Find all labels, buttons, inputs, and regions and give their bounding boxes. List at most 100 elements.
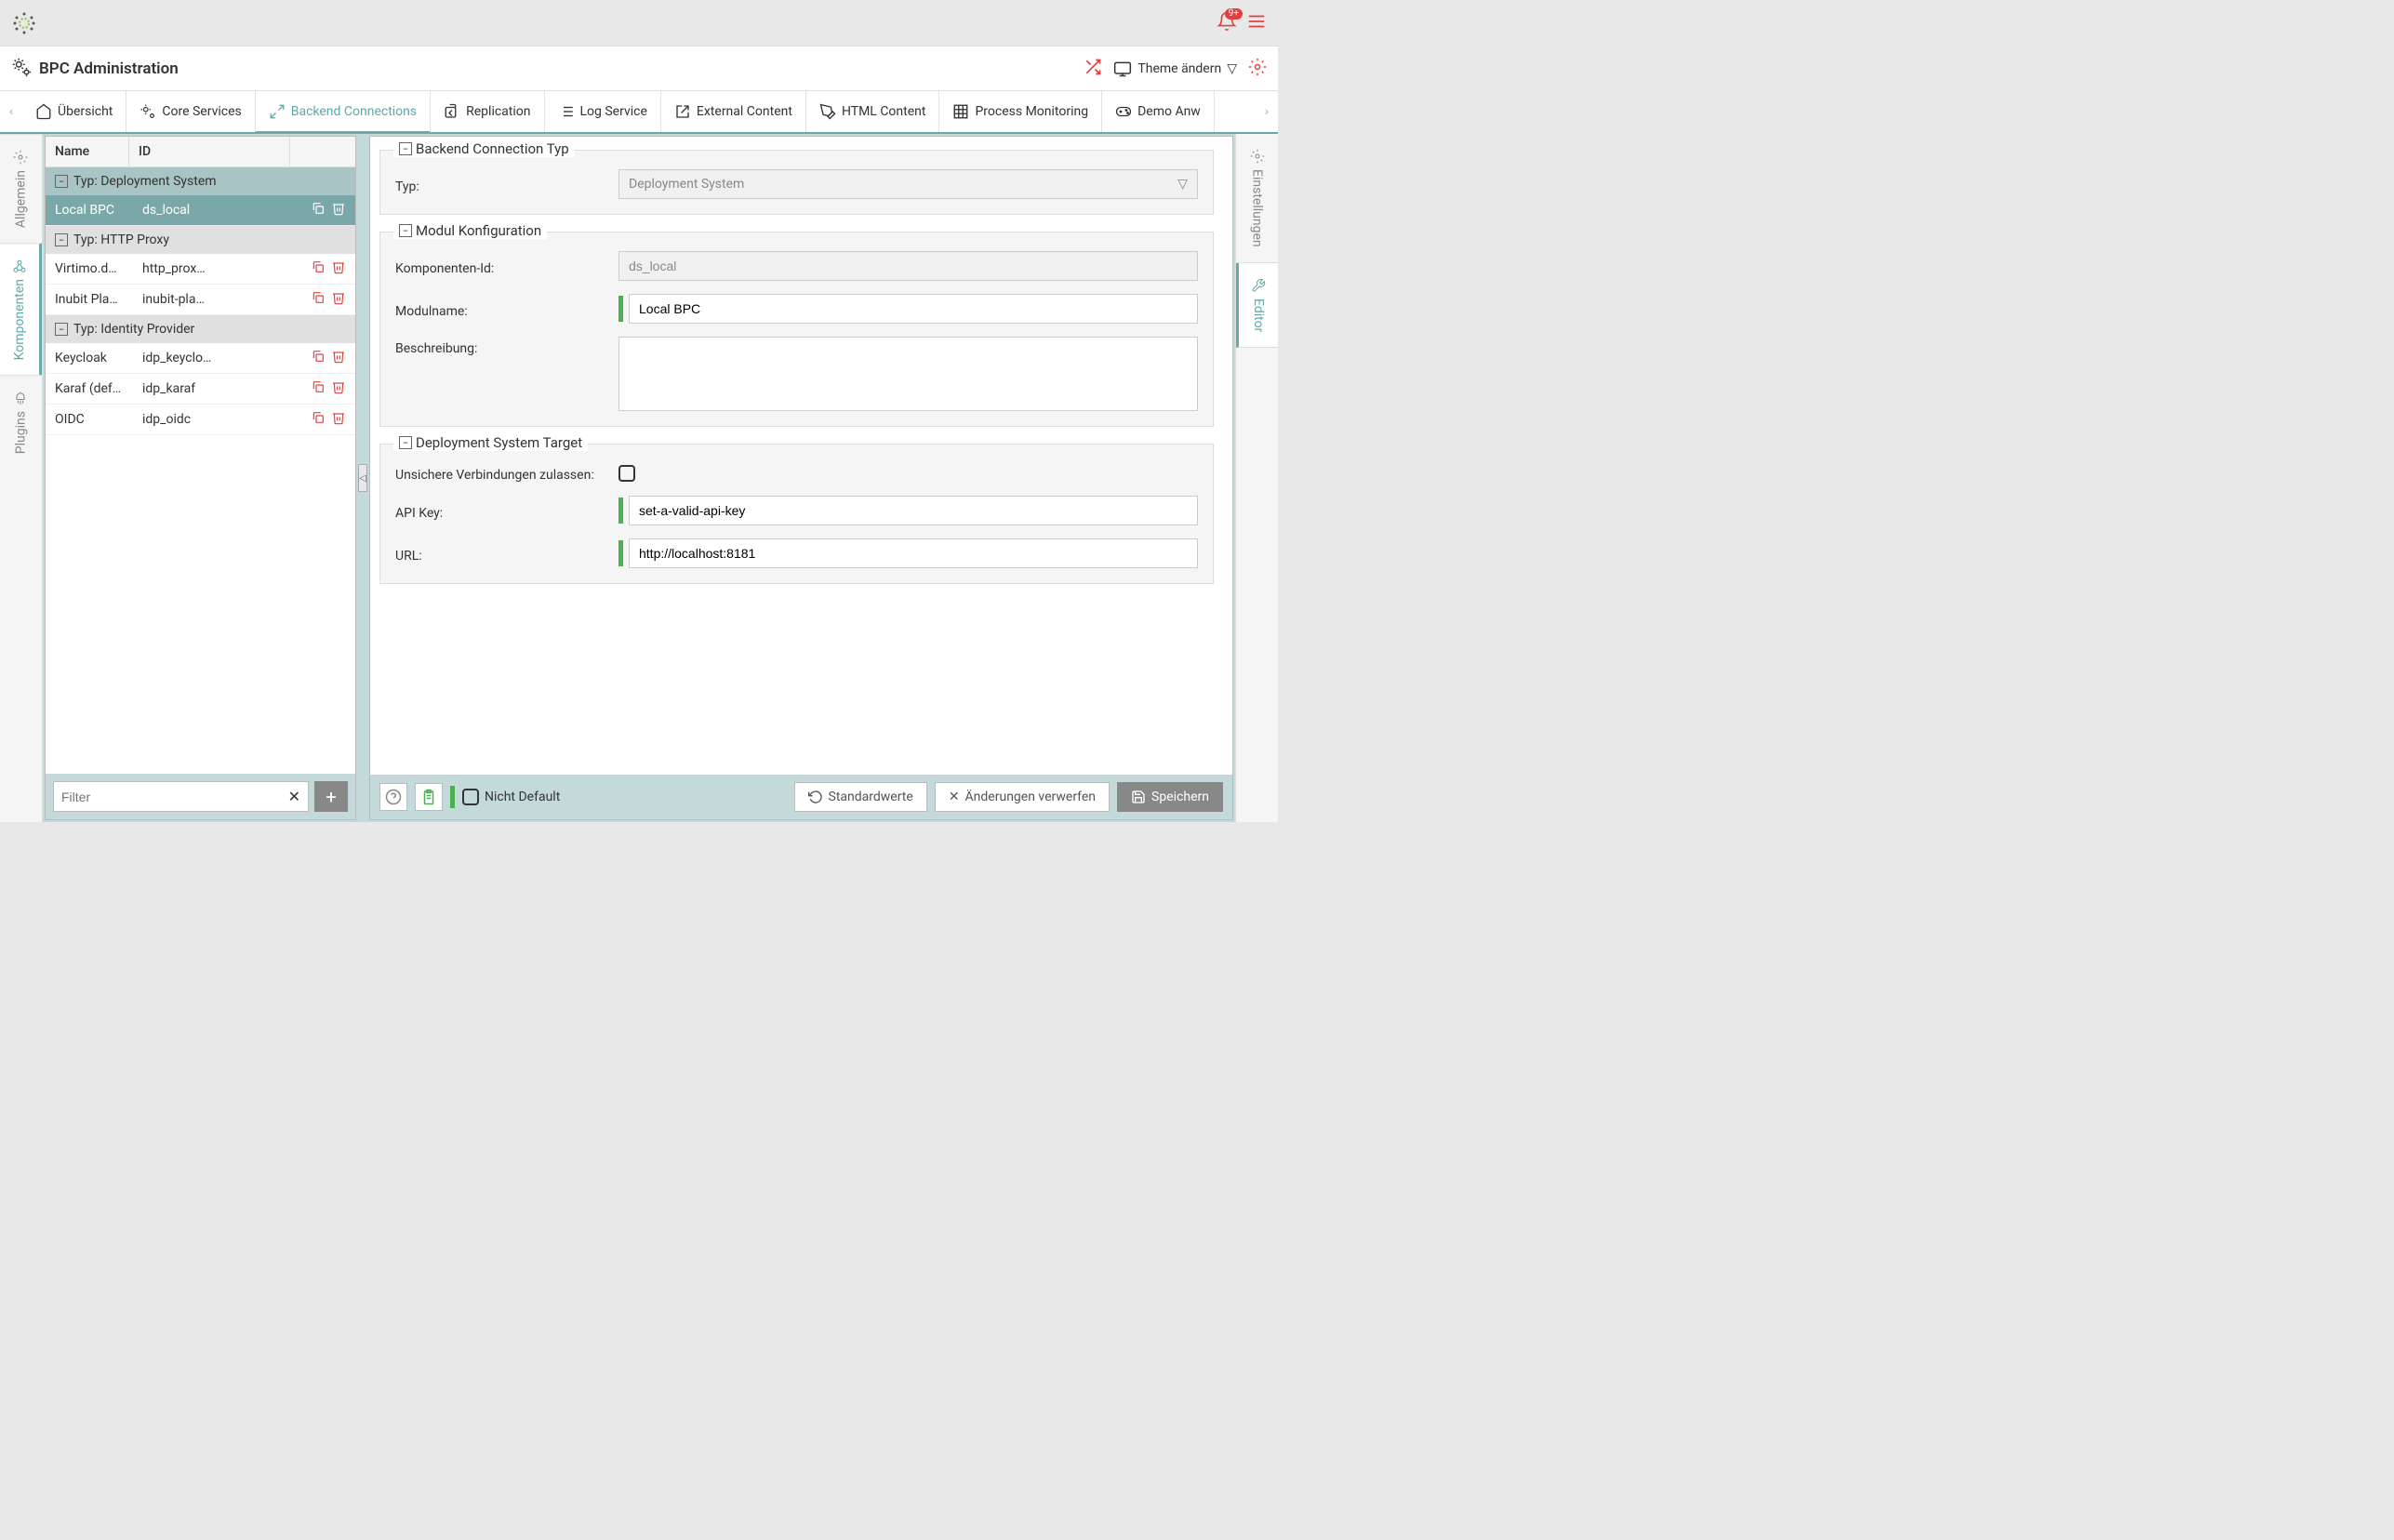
- default-indicator: [450, 786, 455, 808]
- tab-label: External Content: [697, 104, 792, 119]
- copy-icon[interactable]: [311, 410, 326, 429]
- tab-label: Replication: [466, 104, 530, 119]
- unsichere-checkbox[interactable]: [618, 465, 635, 482]
- settings-gear-icon[interactable]: [1248, 58, 1267, 80]
- chevron-down-icon: ▽: [1227, 61, 1237, 76]
- connection-list-panel: Name ID − Typ: Deployment System Local B…: [45, 136, 356, 820]
- url-field[interactable]: [629, 538, 1198, 568]
- collapse-icon[interactable]: −: [55, 175, 68, 188]
- nicht-default-toggle[interactable]: Nicht Default: [462, 789, 560, 805]
- notification-count: 9+: [1225, 8, 1243, 20]
- rail-tab-plugins[interactable]: Plugins: [0, 375, 42, 469]
- standardwerte-button[interactable]: Standardwerte: [794, 782, 927, 812]
- copy-icon[interactable]: [311, 290, 326, 309]
- tab-label: Process Monitoring: [975, 104, 1088, 119]
- detail-panel: − Backend Connection Typ Typ: Deployment…: [369, 136, 1233, 820]
- tab-scroll-right[interactable]: ›: [1256, 91, 1278, 132]
- row-name: Local BPC: [55, 203, 139, 218]
- tab-process-monitoring[interactable]: Process Monitoring: [939, 91, 1102, 132]
- tab-external-content[interactable]: External Content: [661, 91, 806, 132]
- table-row[interactable]: Inubit Pla… inubit-pla…: [46, 285, 355, 315]
- rail-tab-komponenten[interactable]: Komponenten: [0, 243, 42, 375]
- group-label: Typ: HTTP Proxy: [73, 232, 169, 247]
- tab-replication[interactable]: Replication: [431, 91, 544, 132]
- tab-html-content[interactable]: HTML Content: [806, 91, 940, 132]
- rail-tab-einstellungen[interactable]: Einstellungen: [1236, 134, 1278, 263]
- table-row[interactable]: Keycloak idp_keyclo…: [46, 343, 355, 374]
- copy-icon[interactable]: [311, 201, 326, 219]
- hamburger-menu-icon[interactable]: [1246, 11, 1267, 35]
- nicht-default-checkbox[interactable]: [462, 789, 479, 805]
- rail-tab-editor[interactable]: Editor: [1236, 263, 1278, 348]
- tab-demo-anw[interactable]: Demo Anw: [1102, 91, 1215, 132]
- modulname-label: Modulname:: [395, 299, 618, 319]
- help-button[interactable]: [379, 783, 407, 811]
- table-row[interactable]: OIDC idp_oidc: [46, 405, 355, 435]
- rail-tab-allgemein[interactable]: Allgemein: [0, 134, 42, 243]
- page-title: BPC Administration: [39, 60, 179, 78]
- field-indicator: [618, 296, 623, 322]
- notification-bell-icon[interactable]: 9+: [1217, 11, 1237, 35]
- delete-icon[interactable]: [331, 201, 346, 219]
- delete-icon[interactable]: [331, 290, 346, 309]
- detail-footer: Nicht Default Standardwerte ✕ Änderungen…: [370, 775, 1232, 819]
- delete-icon[interactable]: [331, 379, 346, 398]
- row-name: Keycloak: [55, 351, 139, 365]
- copy-icon[interactable]: [311, 349, 326, 367]
- delete-icon[interactable]: [331, 259, 346, 278]
- collapse-icon[interactable]: −: [55, 323, 68, 336]
- typ-select[interactable]: Deployment System ▽: [618, 169, 1198, 199]
- col-header-name[interactable]: Name: [46, 137, 129, 166]
- apikey-field[interactable]: [629, 496, 1198, 525]
- collapse-icon[interactable]: −: [399, 224, 412, 237]
- tab-backend-connections[interactable]: Backend Connections: [256, 91, 431, 132]
- fieldset-title: Backend Connection Typ: [416, 140, 569, 157]
- row-id: idp_karaf: [139, 381, 298, 396]
- speichern-button[interactable]: Speichern: [1117, 782, 1223, 812]
- row-name: OIDC: [55, 412, 139, 427]
- collapse-icon[interactable]: −: [399, 436, 412, 449]
- modulname-field[interactable]: [629, 294, 1198, 324]
- row-id: idp_keyclo…: [139, 351, 298, 365]
- panel-splitter[interactable]: ◁: [356, 136, 369, 820]
- table-row[interactable]: Karaf (def… idp_karaf: [46, 374, 355, 405]
- copy-icon[interactable]: [311, 259, 326, 278]
- tabs-row: ‹ Übersicht Core Services Backend Connec…: [0, 91, 1278, 134]
- collapse-icon[interactable]: −: [399, 142, 412, 155]
- filter-input[interactable]: [61, 790, 288, 804]
- rail-label: Allgemein: [14, 170, 29, 228]
- table-row[interactable]: Local BPC ds_local: [46, 195, 355, 226]
- group-row[interactable]: − Typ: HTTP Proxy: [46, 226, 355, 254]
- tab-core-services[interactable]: Core Services: [126, 91, 255, 132]
- close-icon: ✕: [949, 790, 960, 804]
- tab-label: Log Service: [580, 104, 647, 119]
- verwerfen-button[interactable]: ✕ Änderungen verwerfen: [935, 782, 1110, 812]
- componentid-field: [618, 251, 1198, 281]
- apikey-label: API Key:: [395, 501, 618, 521]
- col-header-id[interactable]: ID: [129, 137, 290, 166]
- beschreibung-field[interactable]: [618, 337, 1198, 411]
- nicht-default-label: Nicht Default: [485, 790, 560, 804]
- group-row[interactable]: − Typ: Identity Provider: [46, 315, 355, 343]
- delete-icon[interactable]: [331, 349, 346, 367]
- add-button[interactable]: +: [314, 781, 348, 812]
- delete-icon[interactable]: [331, 410, 346, 429]
- theme-change-button[interactable]: Theme ändern ▽: [1113, 60, 1237, 78]
- typ-value: Deployment System: [629, 177, 744, 192]
- clear-filter-icon[interactable]: ✕: [288, 788, 300, 805]
- fieldset-title: Modul Konfiguration: [416, 222, 541, 239]
- button-label: Speichern: [1151, 790, 1209, 804]
- chevron-down-icon: ▽: [1177, 177, 1188, 192]
- tab-log-service[interactable]: Log Service: [545, 91, 661, 132]
- top-strip: 9+: [0, 0, 1278, 46]
- clipboard-button[interactable]: [415, 783, 443, 811]
- tab-label: HTML Content: [842, 104, 926, 119]
- collapse-icon[interactable]: −: [55, 233, 68, 246]
- group-row[interactable]: − Typ: Deployment System: [46, 167, 355, 195]
- tab-scroll-left[interactable]: ‹: [0, 91, 22, 132]
- tab-uebersicht[interactable]: Übersicht: [22, 91, 126, 132]
- shuffle-icon[interactable]: [1084, 58, 1102, 80]
- table-row[interactable]: Virtimo.d… http_prox…: [46, 254, 355, 285]
- copy-icon[interactable]: [311, 379, 326, 398]
- beschreibung-label: Beschreibung:: [395, 337, 618, 356]
